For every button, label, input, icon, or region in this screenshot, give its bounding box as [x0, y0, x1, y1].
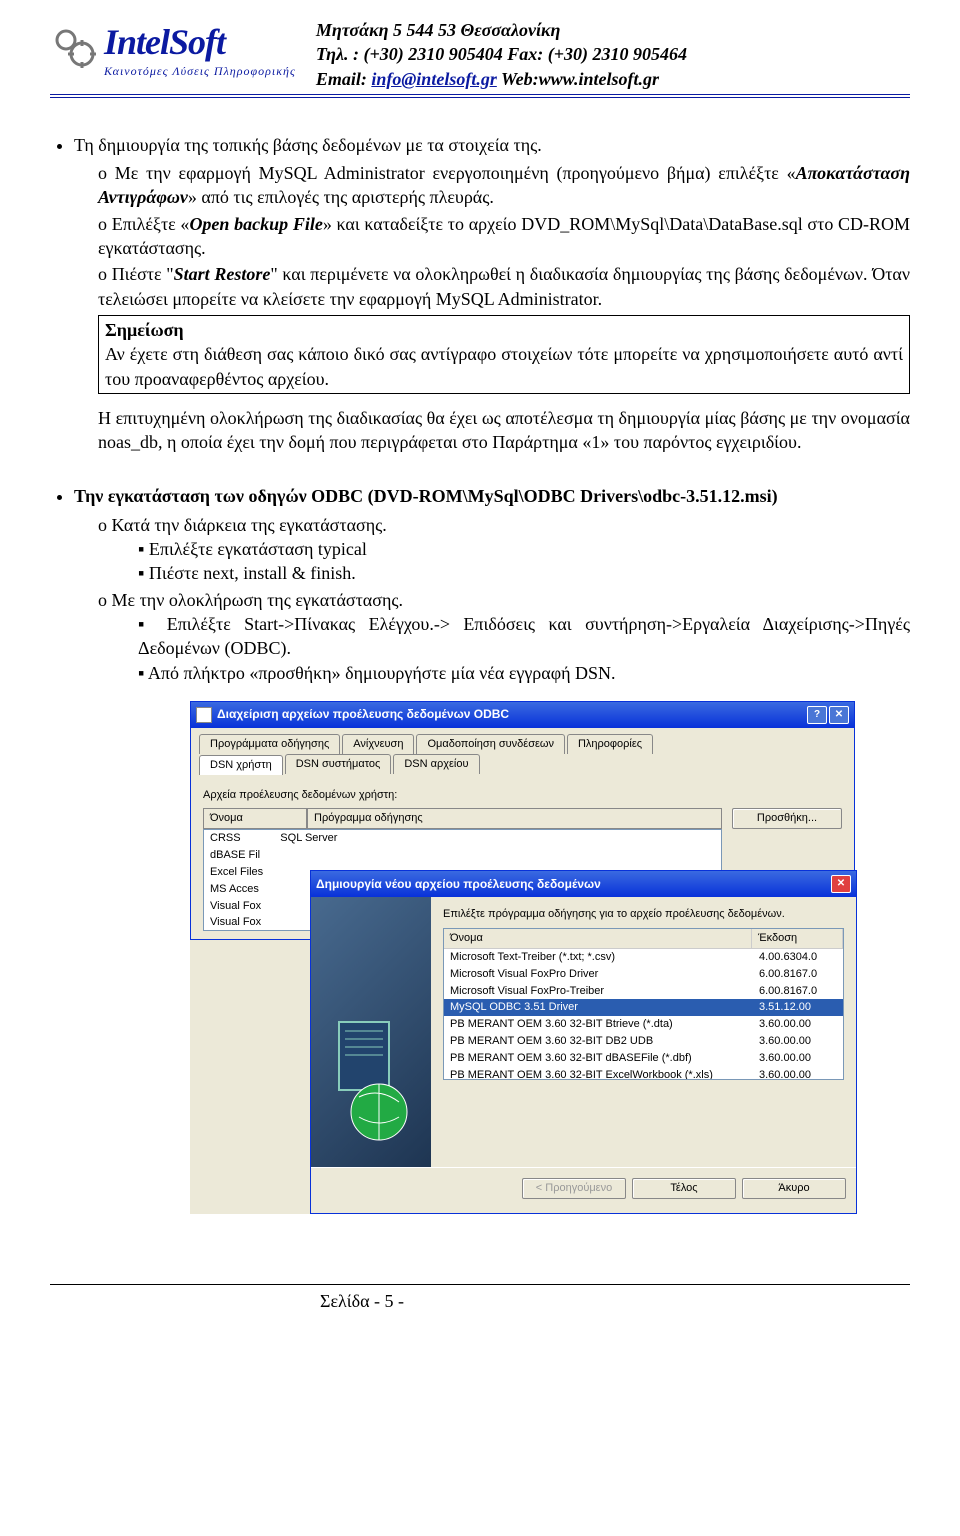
- wizard-title: Δημιουργία νέου αρχείου προέλευσης δεδομ…: [316, 876, 601, 892]
- driver-list[interactable]: ΌνομαΈκδοση Microsoft Text-Treiber (*.tx…: [443, 928, 844, 1080]
- phone: Τηλ. : (+30) 2310 905404 Fax: (+30) 2310…: [316, 42, 687, 66]
- driver-row[interactable]: PB MERANT OEM 3.60 32-BIT Btrieve (*.dta…: [444, 1016, 843, 1033]
- email-label: Email:: [316, 69, 372, 89]
- back-button: < Προηγούμενο: [522, 1178, 626, 1199]
- address: Μητσάκη 5 544 53 Θεσσαλονίκη: [316, 18, 687, 42]
- close-icon[interactable]: ✕: [831, 875, 851, 893]
- create-dsn-wizard: Δημιουργία νέου αρχείου προέλευσης δεδομ…: [310, 870, 857, 1214]
- page-footer: Σελίδα - 5 -: [50, 1289, 910, 1313]
- driver-row[interactable]: PB MERANT OEM 3.60 32-BIT ExcelWorkbook …: [444, 1067, 843, 1080]
- tab-pooling[interactable]: Ομαδοποίηση συνδέσεων: [416, 734, 565, 754]
- note-body: Αν έχετε στη διάθεση σας κάποιο δικό σας…: [105, 344, 903, 388]
- result-paragraph: Η επιτυχημένη ολοκλήρωση της διαδικασίας…: [98, 406, 910, 455]
- note-box: Σημείωση Αν έχετε στη διάθεση σας κάποιο…: [98, 315, 910, 394]
- tab-trace[interactable]: Ανίχνευση: [342, 734, 414, 754]
- wizard-prompt: Επιλέξτε πρόγραμμα οδήγησης για το αρχεί…: [443, 907, 844, 922]
- finish-button[interactable]: Τέλος: [632, 1178, 736, 1199]
- driver-row[interactable]: Microsoft Visual FoxPro Driver6.00.8167.…: [444, 966, 843, 983]
- close-button[interactable]: ✕: [829, 706, 849, 724]
- contact-block: Μητσάκη 5 544 53 Θεσσαλονίκη Τηλ. : (+30…: [316, 18, 687, 91]
- app-icon: [196, 707, 212, 723]
- note-title: Σημείωση: [105, 320, 184, 340]
- bullet-1: Τη δημιουργία της τοπικής βάσης δεδομένω…: [74, 135, 542, 155]
- help-button[interactable]: ?: [807, 706, 827, 724]
- driver-row[interactable]: Microsoft Text-Treiber (*.txt; *.csv)4.0…: [444, 949, 843, 966]
- wizard-graphic: [311, 897, 431, 1167]
- driver-row[interactable]: Microsoft Visual FoxPro-Treiber6.00.8167…: [444, 983, 843, 1000]
- logo-tagline: Καινοτόμες Λύσεις Πληροφορικής: [104, 63, 296, 79]
- window-title: Διαχείριση αρχείων προέλευσης δεδομένων …: [217, 707, 509, 721]
- tab-system-dsn[interactable]: DSN συστήματος: [285, 754, 392, 774]
- logo-text: IntelSoft: [104, 22, 225, 62]
- bullet-2: Την εγκατάσταση των οδηγών ODBC (DVD-ROM…: [74, 486, 778, 506]
- add-button[interactable]: Προσθήκη...: [732, 808, 842, 829]
- document-body: Τη δημιουργία της τοπικής βάσης δεδομένω…: [50, 133, 910, 1214]
- driver-row[interactable]: PB MERANT OEM 3.60 32-BIT dBASEFile (*.d…: [444, 1050, 843, 1067]
- col-name[interactable]: Όνομα: [203, 808, 307, 829]
- logo: IntelSoft Καινοτόμες Λύσεις Πληροφορικής: [50, 18, 296, 79]
- odbc-screenshot: Διαχείριση αρχείων προέλευσης δεδομένων …: [190, 701, 855, 1214]
- cancel-button[interactable]: Άκυρο: [742, 1178, 846, 1199]
- gear-icon: [50, 24, 98, 72]
- col-driver[interactable]: Πρόγραμμα οδήγησης: [307, 808, 722, 829]
- driver-row[interactable]: PB MERANT OEM 3.60 32-BIT DB2 UDB3.60.00…: [444, 1033, 843, 1050]
- tab-file-dsn[interactable]: DSN αρχείου: [393, 754, 479, 774]
- driver-row[interactable]: MySQL ODBC 3.51 Driver3.51.12.00: [444, 999, 843, 1016]
- tab-user-dsn[interactable]: DSN χρήστη: [199, 755, 283, 775]
- dsn-label: Αρχεία προέλευσης δεδομένων χρήστη:: [203, 788, 842, 803]
- web: Web:www.intelsoft.gr: [497, 69, 659, 89]
- email-link[interactable]: info@intelsoft.gr: [371, 69, 497, 89]
- tab-about[interactable]: Πληροφορίες: [567, 734, 653, 754]
- tab-drivers[interactable]: Προγράμματα οδήγησης: [199, 734, 340, 754]
